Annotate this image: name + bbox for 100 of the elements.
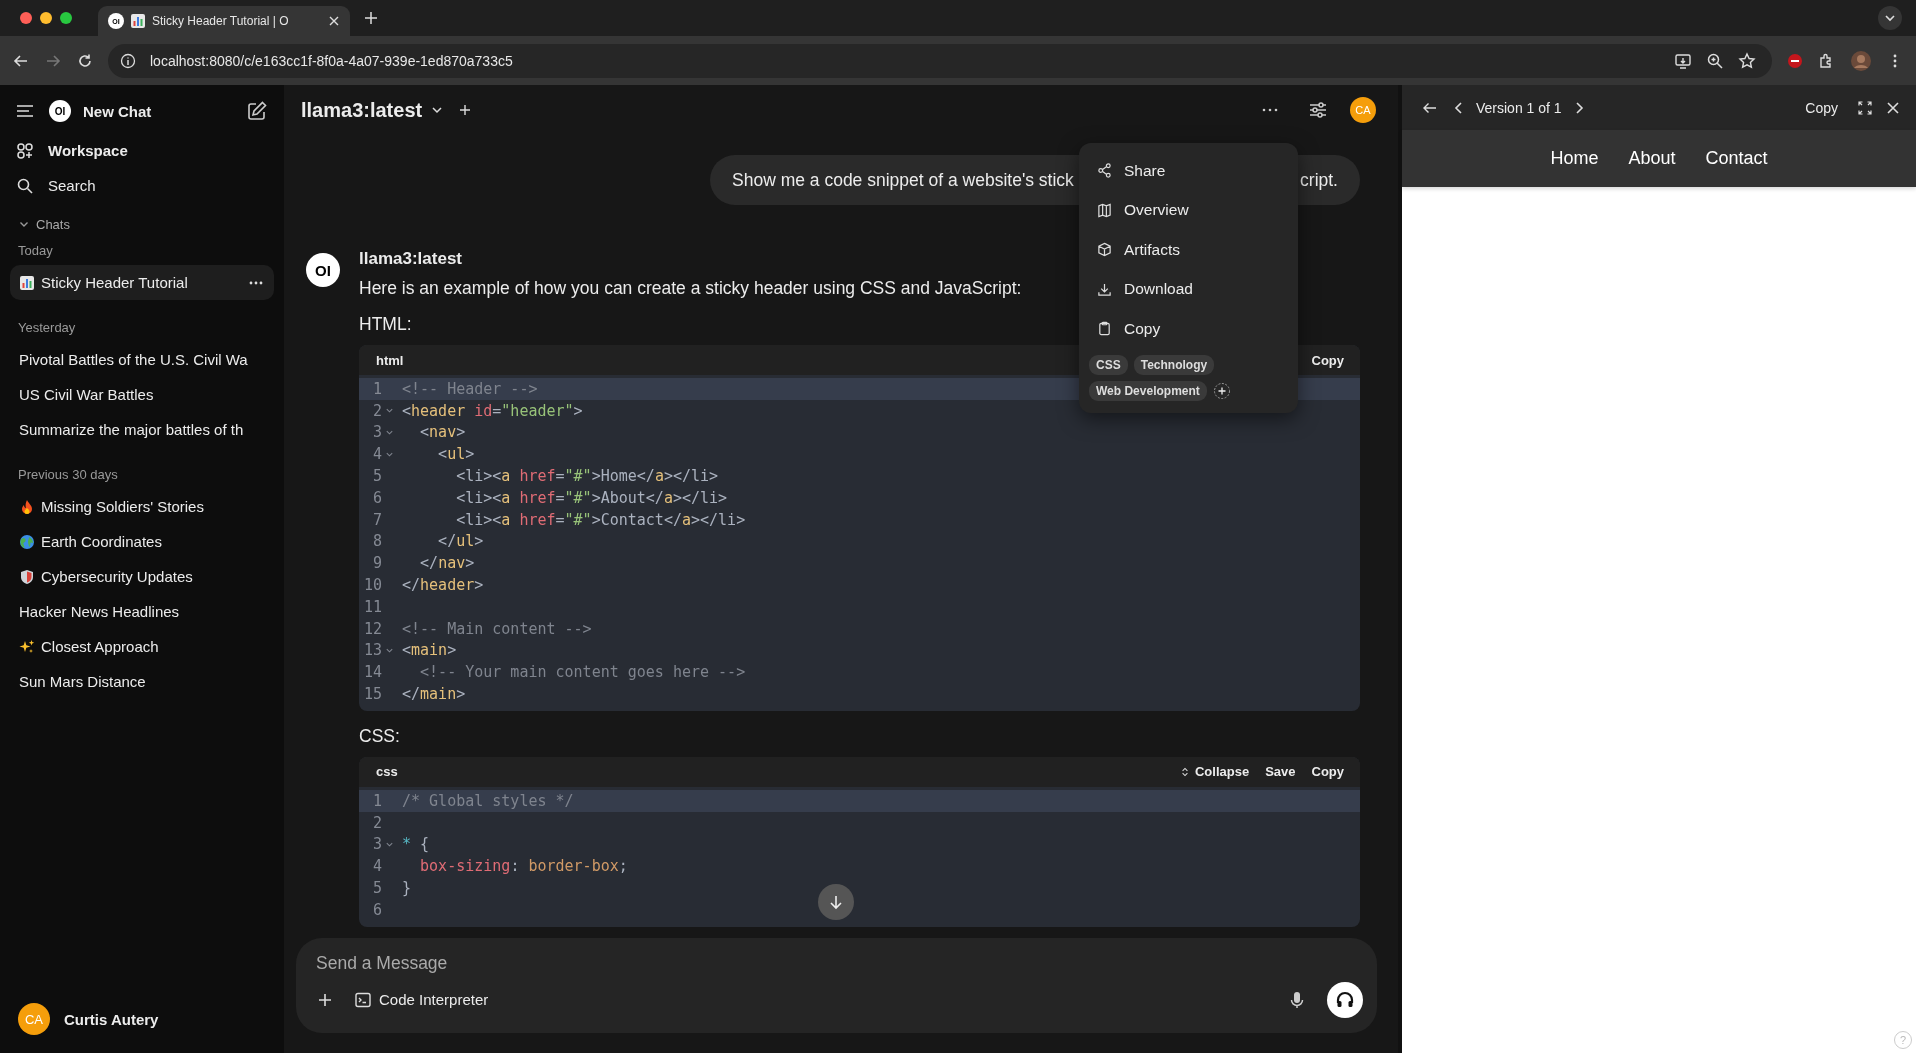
line-number: 9: [371, 554, 382, 573]
chat-item[interactable]: Pivotal Battles of the U.S. Civil Wa: [10, 342, 274, 377]
code-line: </main>: [402, 685, 466, 704]
code-line: <header id="header">: [402, 401, 583, 420]
line-number: 3: [371, 835, 382, 854]
chat-item[interactable]: Sticky Header Tutorial: [10, 265, 274, 300]
copy-button[interactable]: Copy: [1805, 99, 1838, 116]
fullscreen-icon[interactable]: [1858, 100, 1872, 115]
new-tab-icon[interactable]: [364, 11, 378, 25]
group-label: Yesterday: [17, 318, 77, 337]
close-window-button[interactable]: [20, 12, 32, 24]
add-tag-icon[interactable]: [1212, 381, 1231, 400]
line-number: 15: [362, 685, 382, 704]
nav-link[interactable]: Contact: [1705, 148, 1768, 169]
tag-chip[interactable]: Web Development: [1089, 380, 1207, 401]
code-line: * {: [402, 835, 430, 854]
headphones-icon[interactable]: [1335, 989, 1355, 1010]
model-selector[interactable]: llama3:latest: [301, 98, 423, 122]
blocker-extension-icon[interactable]: [1786, 51, 1804, 70]
compose-icon[interactable]: [246, 100, 268, 122]
chat-item[interactable]: Closest Approach: [10, 629, 274, 664]
code-line: <ul>: [437, 445, 475, 464]
search-icon[interactable]: [16, 176, 34, 195]
chat-item[interactable]: Missing Soldiers' Stories: [10, 489, 274, 524]
sparkles-icon: [19, 638, 35, 655]
install-app-icon[interactable]: [1674, 51, 1692, 70]
add-model-icon[interactable]: [458, 103, 473, 117]
message-input[interactable]: Send a Message: [316, 950, 716, 976]
code-line: <main>: [402, 641, 457, 660]
code-line: </header>: [402, 576, 484, 595]
info-icon[interactable]: [120, 52, 136, 69]
tag-chip[interactable]: CSS: [1089, 354, 1128, 375]
search-link[interactable]: Search: [10, 168, 102, 203]
chevron-down-icon[interactable]: [1884, 12, 1896, 24]
minimize-window-button[interactable]: [40, 12, 52, 24]
chat-item[interactable]: Sun Mars Distance: [10, 664, 274, 699]
arrow-down-icon[interactable]: [827, 893, 845, 911]
code-line: <li><a href="#">Home</a></li>: [455, 467, 719, 486]
chat-item[interactable]: Summarize the major battles of th: [10, 412, 274, 447]
zoom-icon[interactable]: [1706, 51, 1724, 70]
group-label: Today: [17, 241, 54, 260]
line-number: 1: [371, 379, 382, 398]
collapse-button[interactable]: Collapse: [1180, 764, 1250, 780]
settings-sliders-icon[interactable]: [1308, 100, 1328, 120]
voice-call-button[interactable]: [1327, 981, 1363, 1018]
code-line: <li><a href="#">About</a></li>: [455, 488, 728, 507]
menu-item[interactable]: Overview: [1087, 190, 1290, 230]
line-number: 6: [371, 488, 382, 507]
line-number: 5: [371, 467, 382, 486]
address-bar[interactable]: localhost:8080/c/e163cc1f-8f0a-4a07-939e-1ed870a733c5: [108, 43, 1772, 78]
line-number: 10: [362, 576, 382, 595]
menu-item[interactable]: Download: [1087, 269, 1290, 309]
cube-icon[interactable]: [1097, 242, 1112, 258]
assistant-name: llama3:latest: [359, 249, 462, 269]
star-icon[interactable]: [1738, 51, 1756, 70]
maximize-window-button[interactable]: [60, 12, 72, 24]
code-action-button[interactable]: Save: [1265, 764, 1296, 780]
close-icon[interactable]: [328, 15, 340, 27]
code-line: /* Global styles */: [402, 791, 574, 810]
profile-avatar[interactable]: [1850, 49, 1872, 72]
code-line: <li><a href="#">Contact</a></li>: [455, 510, 746, 529]
menu-item[interactable]: Share: [1087, 151, 1290, 191]
tab-search-button[interactable]: [1878, 6, 1902, 30]
map-icon[interactable]: [1097, 202, 1112, 218]
logo: OI: [49, 100, 71, 122]
nav-link[interactable]: Home: [1550, 148, 1599, 169]
code-line: <!-- Header -->: [402, 379, 538, 398]
terminal-icon[interactable]: [354, 990, 372, 1009]
chats-toggle[interactable]: Chats: [10, 213, 78, 235]
line-number: 1: [371, 791, 382, 810]
user-menu[interactable]: CA Curtis Autery: [10, 1003, 167, 1035]
code-interpreter-button[interactable]: Code Interpreter: [354, 990, 489, 1009]
collapse-icon[interactable]: [1180, 766, 1189, 777]
workspace-icon[interactable]: [16, 141, 34, 160]
tag-chip[interactable]: Technology: [1133, 354, 1215, 375]
fold-icon[interactable]: [384, 406, 394, 416]
workspace-link[interactable]: Workspace: [10, 133, 134, 168]
chat-item[interactable]: US Civil War Battles: [10, 377, 274, 412]
code-action-button[interactable]: Copy: [1311, 352, 1344, 368]
share-icon[interactable]: [1097, 163, 1112, 179]
code-line: </ul>: [437, 532, 484, 551]
chat-item[interactable]: Earth Coordinates: [10, 524, 274, 559]
line-number: 8: [371, 532, 382, 551]
menu-item[interactable]: Artifacts: [1087, 230, 1290, 270]
menu-item[interactable]: Copy: [1087, 309, 1290, 349]
chat-item[interactable]: Hacker News Headlines: [10, 594, 274, 629]
fold-icon[interactable]: [384, 428, 394, 437]
code-line: <!-- Your main content goes here -->: [419, 663, 746, 682]
nav-link[interactable]: About: [1628, 148, 1676, 169]
code-action-button[interactable]: Copy: [1311, 764, 1344, 780]
close-icon[interactable]: [1886, 100, 1900, 115]
code-line: }: [402, 879, 412, 898]
line-number: 7: [371, 510, 382, 529]
new-chat-link[interactable]: New Chat: [83, 102, 152, 120]
tab-title: Sticky Header Tutorial | O: [152, 14, 290, 28]
chat-item[interactable]: Cybersecurity Updates: [10, 559, 274, 594]
code-line: </nav>: [419, 554, 475, 573]
download-icon[interactable]: [1097, 281, 1112, 297]
line-number: 13: [362, 641, 382, 660]
clipboard-icon[interactable]: [1097, 321, 1112, 337]
